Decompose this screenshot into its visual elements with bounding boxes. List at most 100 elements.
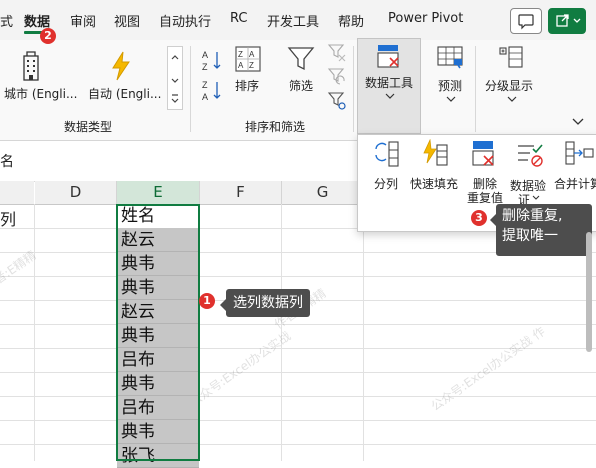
lightning-icon xyxy=(112,51,130,81)
column-header-d[interactable]: D xyxy=(35,181,117,205)
forecast-label: 预测 xyxy=(438,79,463,93)
tab-automate[interactable]: 自动执行 xyxy=(159,11,211,30)
selection-outline xyxy=(116,204,200,461)
flash-fill-icon xyxy=(423,139,448,166)
watermark: 公众号:Excel办公实战 xyxy=(187,328,294,410)
chevron-down-icon xyxy=(446,96,456,102)
sort-filter-group-label: 排序和筛选 xyxy=(245,120,306,134)
advanced-filter-button[interactable] xyxy=(326,90,348,116)
auto-data-type-label: 自动 (Engli... xyxy=(88,87,162,101)
column-header-f[interactable]: F xyxy=(200,181,282,205)
step-badge-2: 2 xyxy=(40,28,56,44)
tab-review[interactable]: 审阅 xyxy=(70,11,96,30)
sort-az-icon: A Z xyxy=(202,50,221,72)
svg-text:A: A xyxy=(202,50,208,60)
consolidate-button[interactable]: 合并计算 xyxy=(554,139,596,195)
remove-duplicates-icon xyxy=(472,141,494,166)
outline-button[interactable]: 分级显示 xyxy=(482,44,542,114)
watermark: 公众号:Excel办公实战 作 xyxy=(428,324,548,414)
flash-fill-label: 快速填充 xyxy=(410,177,459,191)
svg-text:Z: Z xyxy=(202,80,208,90)
city-data-type-button[interactable] xyxy=(18,50,44,86)
comments-button[interactable] xyxy=(510,8,542,34)
reapply-icon xyxy=(327,68,345,85)
sort-descending-button[interactable]: Z A xyxy=(201,78,223,108)
outline-icon xyxy=(499,46,523,68)
grid-line xyxy=(34,204,35,461)
comment-icon xyxy=(518,14,534,30)
svg-text:Z: Z xyxy=(238,50,243,59)
sort-button[interactable]: Z A A Z xyxy=(233,44,263,78)
tab-view[interactable]: 视图 xyxy=(114,11,140,30)
forecast-button[interactable]: 预测 xyxy=(432,44,472,114)
text-to-columns-button[interactable]: 分列 xyxy=(364,139,408,195)
group-separator xyxy=(190,46,191,132)
data-tools-icon xyxy=(377,45,399,68)
sort-label: 排序 xyxy=(235,79,260,93)
outline-label: 分级显示 xyxy=(485,79,534,93)
data-tools-button[interactable]: 数据工具 xyxy=(357,38,421,134)
svg-text:A: A xyxy=(249,50,255,59)
share-icon xyxy=(556,14,581,27)
column-header-g[interactable]: G xyxy=(282,181,364,205)
step-badge-1: 1 xyxy=(199,293,215,309)
share-button[interactable] xyxy=(548,8,586,34)
cell-partial[interactable]: 列 xyxy=(0,206,16,230)
vertical-scrollbar[interactable] xyxy=(586,232,592,352)
grid-line xyxy=(0,396,596,397)
filter-label: 筛选 xyxy=(289,79,314,93)
split-columns-icon xyxy=(375,141,399,167)
reapply-filter-button[interactable] xyxy=(326,66,348,92)
grid-line xyxy=(0,372,596,373)
svg-text:A: A xyxy=(202,92,208,102)
tooltip-remove-duplicates: 删除重复, 提取唯一 xyxy=(490,204,592,256)
group-separator xyxy=(475,46,476,132)
filter-button[interactable] xyxy=(286,44,316,78)
grid-line xyxy=(0,420,596,421)
group-separator xyxy=(353,46,354,132)
tab-rc[interactable]: RC xyxy=(230,11,247,26)
grid-line xyxy=(0,444,596,445)
svg-text:Z: Z xyxy=(249,61,254,70)
step-badge-3: 3 xyxy=(471,210,487,226)
chevron-down-icon xyxy=(507,96,517,102)
clear-filter-button[interactable] xyxy=(326,42,348,68)
consolidate-icon xyxy=(565,141,594,165)
sort-ascending-button[interactable]: A Z xyxy=(201,48,223,78)
data-type-gallery-scroller[interactable] xyxy=(167,46,183,110)
column-header-partial[interactable] xyxy=(0,181,34,205)
tab-power-pivot[interactable]: Power Pivot xyxy=(388,11,463,26)
advanced-filter-icon xyxy=(327,92,346,110)
svg-text:A: A xyxy=(238,61,244,70)
collapse-ribbon-icon[interactable] xyxy=(572,118,584,126)
sort-dialog-icon: Z A A Z xyxy=(235,46,261,72)
consolidate-label: 合并计算 xyxy=(554,177,596,191)
tab-formulas-partial[interactable]: 式 xyxy=(0,11,13,30)
tooltip-line-1: 删除重复, xyxy=(502,208,563,224)
chevron-down-icon xyxy=(385,93,395,99)
city-data-type-label: 城市 (Engli... xyxy=(4,87,78,101)
sort-za-icon: Z A xyxy=(202,80,221,102)
building-icon xyxy=(23,51,39,81)
tooltip-select-column: 选列数据列 xyxy=(220,289,310,317)
name-box-partial[interactable]: 名 xyxy=(0,151,14,171)
tab-help[interactable]: 帮助 xyxy=(338,11,364,30)
grid-line xyxy=(0,324,596,325)
grid-line xyxy=(363,204,364,461)
auto-data-type-button[interactable] xyxy=(108,50,134,86)
data-types-group-label: 数据类型 xyxy=(64,120,113,134)
column-header-e[interactable]: E xyxy=(117,181,200,206)
clear-filter-icon xyxy=(327,44,346,62)
data-validation-icon xyxy=(518,144,543,167)
flash-fill-button[interactable]: 快速填充 xyxy=(408,139,464,195)
data-tools-label: 数据工具 xyxy=(365,76,414,90)
ribbon-tab-bar: 式 数据 审阅 视图 自动执行 RC 开发工具 帮助 Power Pivot xyxy=(0,0,596,40)
ribbon-data: 城市 (Engli... 自动 (Engli... 数据类型 A Z Z A Z… xyxy=(0,38,596,141)
chevron-down-icon xyxy=(532,195,540,200)
funnel-icon xyxy=(287,47,315,71)
split-label: 分列 xyxy=(374,177,399,191)
tooltip-line-2: 提取唯一 xyxy=(502,228,558,244)
tab-developer[interactable]: 开发工具 xyxy=(267,11,319,30)
svg-text:Z: Z xyxy=(202,62,208,72)
forecast-icon xyxy=(437,46,463,69)
